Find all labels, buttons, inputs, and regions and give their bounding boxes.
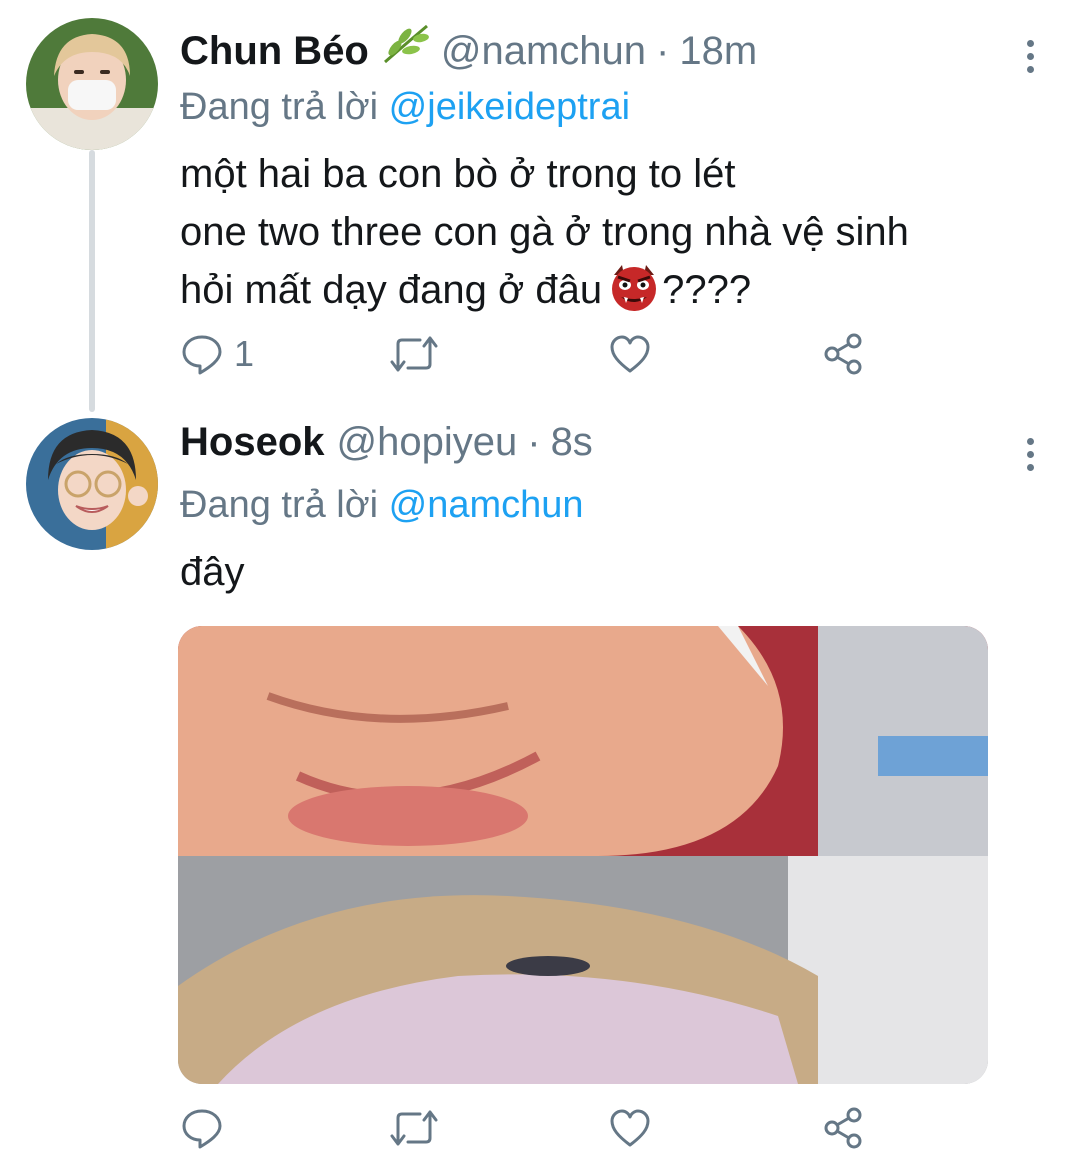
reply-button[interactable]: [180, 1106, 224, 1150]
separator-dot: ·: [527, 420, 541, 464]
separator-dot: ·: [656, 29, 670, 73]
tweet-header: Hoseok @hopiyeu · 8s: [180, 420, 1040, 476]
reply-mention-link[interactable]: @jeikeideptrai: [389, 86, 630, 128]
tweet-actions: [180, 1106, 880, 1150]
leaf-emoji: [381, 22, 431, 64]
ogre-emoji: [608, 261, 660, 313]
reply-button[interactable]: 1: [180, 332, 254, 376]
share-icon: [824, 333, 862, 375]
like-icon: [610, 1109, 650, 1147]
meme-photo-top: [178, 626, 988, 856]
display-name[interactable]: Hoseok: [180, 420, 325, 465]
user-handle[interactable]: @hopiyeu: [337, 420, 518, 465]
replying-to: Đang trả lời @jeikeideptrai: [180, 86, 1040, 129]
reply-icon: [182, 1109, 222, 1149]
share-icon: [824, 1107, 862, 1149]
retweet-button[interactable]: [388, 1106, 440, 1150]
tweet-actions: 1: [180, 332, 880, 376]
tweet-text-line-1: một hai ba con bò ở trong to lét: [180, 152, 736, 196]
reply-count: 1: [234, 333, 255, 374]
reply-mention-link[interactable]: @namchun: [389, 484, 584, 526]
tweet-text: đây: [180, 550, 245, 594]
reply-prefix: Đang trả lời: [180, 484, 379, 526]
tweet-text-line-3: hỏi mất dạy đang ở đâu: [180, 268, 603, 312]
thread-connector-line: [89, 150, 95, 412]
like-button[interactable]: [608, 332, 652, 376]
tweet-text: một hai ba con bò ở trong to lét one two…: [180, 145, 1040, 319]
more-options-icon[interactable]: [1020, 40, 1040, 80]
tweet-text-line-2: one two three con gà ở trong nhà vệ sinh: [180, 210, 909, 254]
share-button[interactable]: [822, 332, 866, 376]
reply-prefix: Đang trả lời: [180, 86, 379, 128]
reply-icon: [182, 335, 222, 375]
tweet-chun-beo[interactable]: Chun Béo @namchun · 18m Đang trả lời @je…: [180, 22, 1040, 319]
like-button[interactable]: [608, 1106, 652, 1150]
user-handle[interactable]: @namchun: [441, 29, 646, 74]
display-name[interactable]: Chun Béo: [180, 29, 369, 74]
tweet-text-suffix: ????: [662, 268, 752, 312]
timestamp[interactable]: 8s: [551, 420, 593, 465]
retweet-icon: [390, 336, 438, 372]
avatar-chun-beo[interactable]: [26, 18, 158, 150]
timestamp[interactable]: 18m: [679, 29, 757, 74]
meme-photo-bottom: [178, 856, 988, 1084]
replying-to: Đang trả lời @namchun: [180, 484, 1040, 527]
tweet-hoseok[interactable]: Hoseok @hopiyeu · 8s Đang trả lời @namch…: [180, 420, 1040, 601]
retweet-icon: [390, 1110, 438, 1146]
like-icon: [610, 335, 650, 373]
share-button[interactable]: [822, 1106, 866, 1150]
more-options-icon[interactable]: [1020, 438, 1040, 478]
avatar-hoseok[interactable]: [26, 418, 158, 550]
tweet-header: Chun Béo @namchun · 18m: [180, 22, 1040, 78]
photo-meme-collage[interactable]: [178, 626, 988, 1084]
retweet-button[interactable]: [388, 332, 440, 376]
